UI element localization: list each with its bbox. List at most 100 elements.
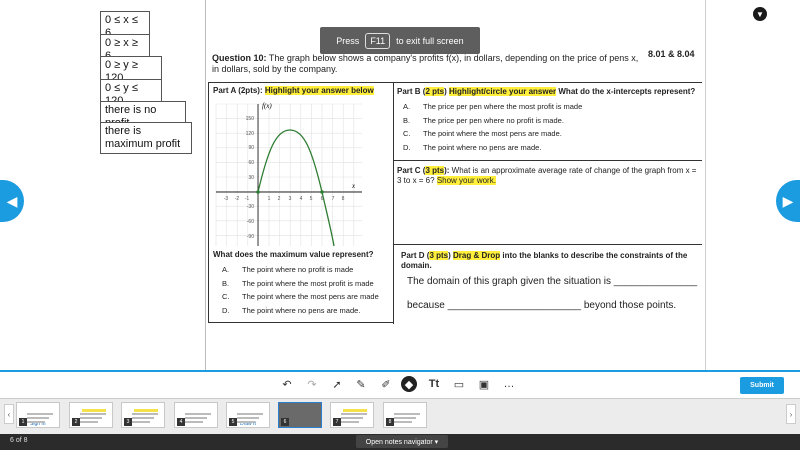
undo-icon[interactable]: ↶ (279, 376, 295, 392)
more-icon[interactable]: … (501, 376, 517, 392)
parabola-graph: f(x) x 150 120 90 60 30 -30 -60 -90 -3 -2 -1 1 2 3 4 5 6… (215, 102, 362, 247)
highlighter-icon[interactable]: ✐ (378, 376, 394, 392)
x-tick-label: 3 (289, 196, 292, 202)
thumb-line (27, 413, 53, 415)
part-b-option[interactable]: C. The point where the most pens are made… (403, 129, 562, 139)
y-tick-label: 60 (248, 160, 254, 166)
slide-number: 2 (72, 418, 80, 426)
thumb-line (237, 413, 263, 415)
part-a-prompt: What does the maximum value represent? (213, 250, 374, 259)
x-tick-label: 7 (332, 196, 335, 202)
thumb-line (185, 413, 211, 415)
question-text: Question 10: The graph below shows a com… (212, 53, 639, 74)
x-intercept-point (320, 190, 324, 194)
pointer-icon[interactable]: ➚ (329, 376, 345, 392)
previous-slide-button[interactable]: ◀ (0, 180, 24, 222)
redo-icon[interactable]: ↷ (304, 376, 320, 392)
y-tick-label: -60 (247, 219, 254, 225)
strip-right-arrow[interactable]: › (786, 404, 796, 424)
next-slide-button[interactable]: ▶ (776, 180, 800, 222)
x-tick-label: 5 (310, 196, 313, 202)
thumb-line (80, 413, 106, 415)
thumb-line (394, 413, 420, 415)
slide-thumbnail[interactable]: 7 (330, 402, 374, 428)
slide-thumbnail[interactable]: 3 (121, 402, 165, 428)
slide-thumbnail[interactable]: 5 Draw It (226, 402, 270, 428)
thumb-line (394, 421, 412, 423)
pen-icon[interactable]: ✎ (353, 376, 369, 392)
thumb-line (80, 421, 98, 423)
notes-navigator-button[interactable]: Open notes navigator ▾ (356, 435, 448, 448)
thumb-line (237, 417, 259, 419)
part-b-option[interactable]: B. The price per pen where no profit is m… (403, 116, 564, 126)
thumb-line (185, 421, 203, 423)
slide-thumbnail[interactable]: 8 (383, 402, 427, 428)
fullscreen-toast: Press F11 to exit full screen (320, 27, 480, 54)
slide-number: 5 (229, 418, 237, 426)
part-a-option[interactable]: A. The point where no profit is made (222, 265, 353, 275)
thumb-line (237, 421, 255, 423)
submit-button[interactable]: Submit (740, 377, 784, 394)
thumb-line (341, 413, 367, 415)
annotation-toolbar (0, 370, 800, 398)
slide-thumbnail[interactable]: 6 (278, 402, 322, 428)
x-tick-label: 2 (278, 196, 281, 202)
slide-thumbnail[interactable]: 4 (174, 402, 218, 428)
x-tick-label: -3 (224, 196, 229, 202)
table-rule (208, 82, 702, 83)
image-icon[interactable]: ▣ (476, 376, 492, 392)
x-tick-label: -2 (235, 196, 240, 202)
part-c-text: Part C (3 pts): What is an approximate a… (397, 166, 697, 185)
thumb-line (341, 421, 359, 423)
thumb-line (341, 417, 363, 419)
part-b-option[interactable]: A. The price per pen where the most profi… (403, 102, 582, 112)
sheet-border (205, 0, 206, 370)
part-a-option[interactable]: B. The point where the most profit is mad… (222, 279, 374, 289)
thumb-line (394, 417, 416, 419)
chevron-down-icon[interactable]: ▼ (753, 7, 767, 21)
y-tick-label: -90 (247, 234, 254, 240)
side-rail (705, 0, 706, 370)
x-tick-label: 1 (268, 196, 271, 202)
y-axis-label: f(x) (262, 102, 272, 110)
page-indicator: 6 of 8 (10, 437, 28, 444)
slide-number: 6 (281, 418, 289, 426)
because-sentence-blank[interactable]: because ________________________ beyond … (407, 300, 676, 311)
chevron-left-icon: ◀ (6, 192, 18, 209)
slide-number: 1 (19, 418, 27, 426)
thumb-line (132, 413, 158, 415)
x-axis-label: x (351, 182, 356, 190)
text-tool-icon[interactable]: Tt (426, 376, 442, 392)
part-b-option[interactable]: D. The point where no pens are made. (403, 143, 541, 153)
table-rule (208, 82, 209, 322)
standards-label: 8.01 & 8.04 (648, 49, 695, 59)
slide-thumbnail[interactable]: 2 (69, 402, 113, 428)
thumb-line (27, 417, 49, 419)
profit-curve (257, 129, 335, 247)
eraser-icon[interactable]: ◆ (401, 376, 417, 392)
strip-left-arrow[interactable]: ‹ (4, 404, 14, 424)
table-rule (208, 322, 393, 323)
part-a-option[interactable]: D. The point where no pens are made. (222, 306, 360, 316)
chevron-right-icon: ▶ (782, 192, 794, 209)
domain-sentence-blank[interactable]: The domain of this graph given the situa… (407, 276, 697, 287)
thumb-line (185, 417, 207, 419)
slide-stage: 0 ≤ x ≤ 6 0 ≥ x ≥ 6 0 ≥ y ≥ 120 0 ≤ y ≤ … (0, 0, 800, 450)
drag-tile[interactable]: there is maximum profit (100, 122, 192, 154)
slide-number: 8 (386, 418, 394, 426)
thumb-highlight (343, 409, 367, 412)
x-tick-label: -1 (245, 196, 250, 202)
y-tick-label: -30 (247, 204, 254, 210)
part-a-option[interactable]: C. The point where the most pens are made (222, 292, 379, 302)
y-tick-label: 120 (246, 131, 255, 137)
thumb-line (132, 417, 154, 419)
x-tick-label: 8 (342, 196, 345, 202)
thumb-highlight (82, 409, 106, 412)
thumb-highlight (134, 409, 158, 412)
part-b-heading: Part B (2 pts) Highlight/circle your ans… (397, 87, 696, 96)
slide-thumbnail[interactable]: 1 Sign In (16, 402, 60, 428)
comment-icon[interactable]: ▭ (451, 376, 467, 392)
thumb-line (80, 417, 102, 419)
thumb-line (27, 421, 45, 423)
thumb-line (132, 421, 150, 423)
